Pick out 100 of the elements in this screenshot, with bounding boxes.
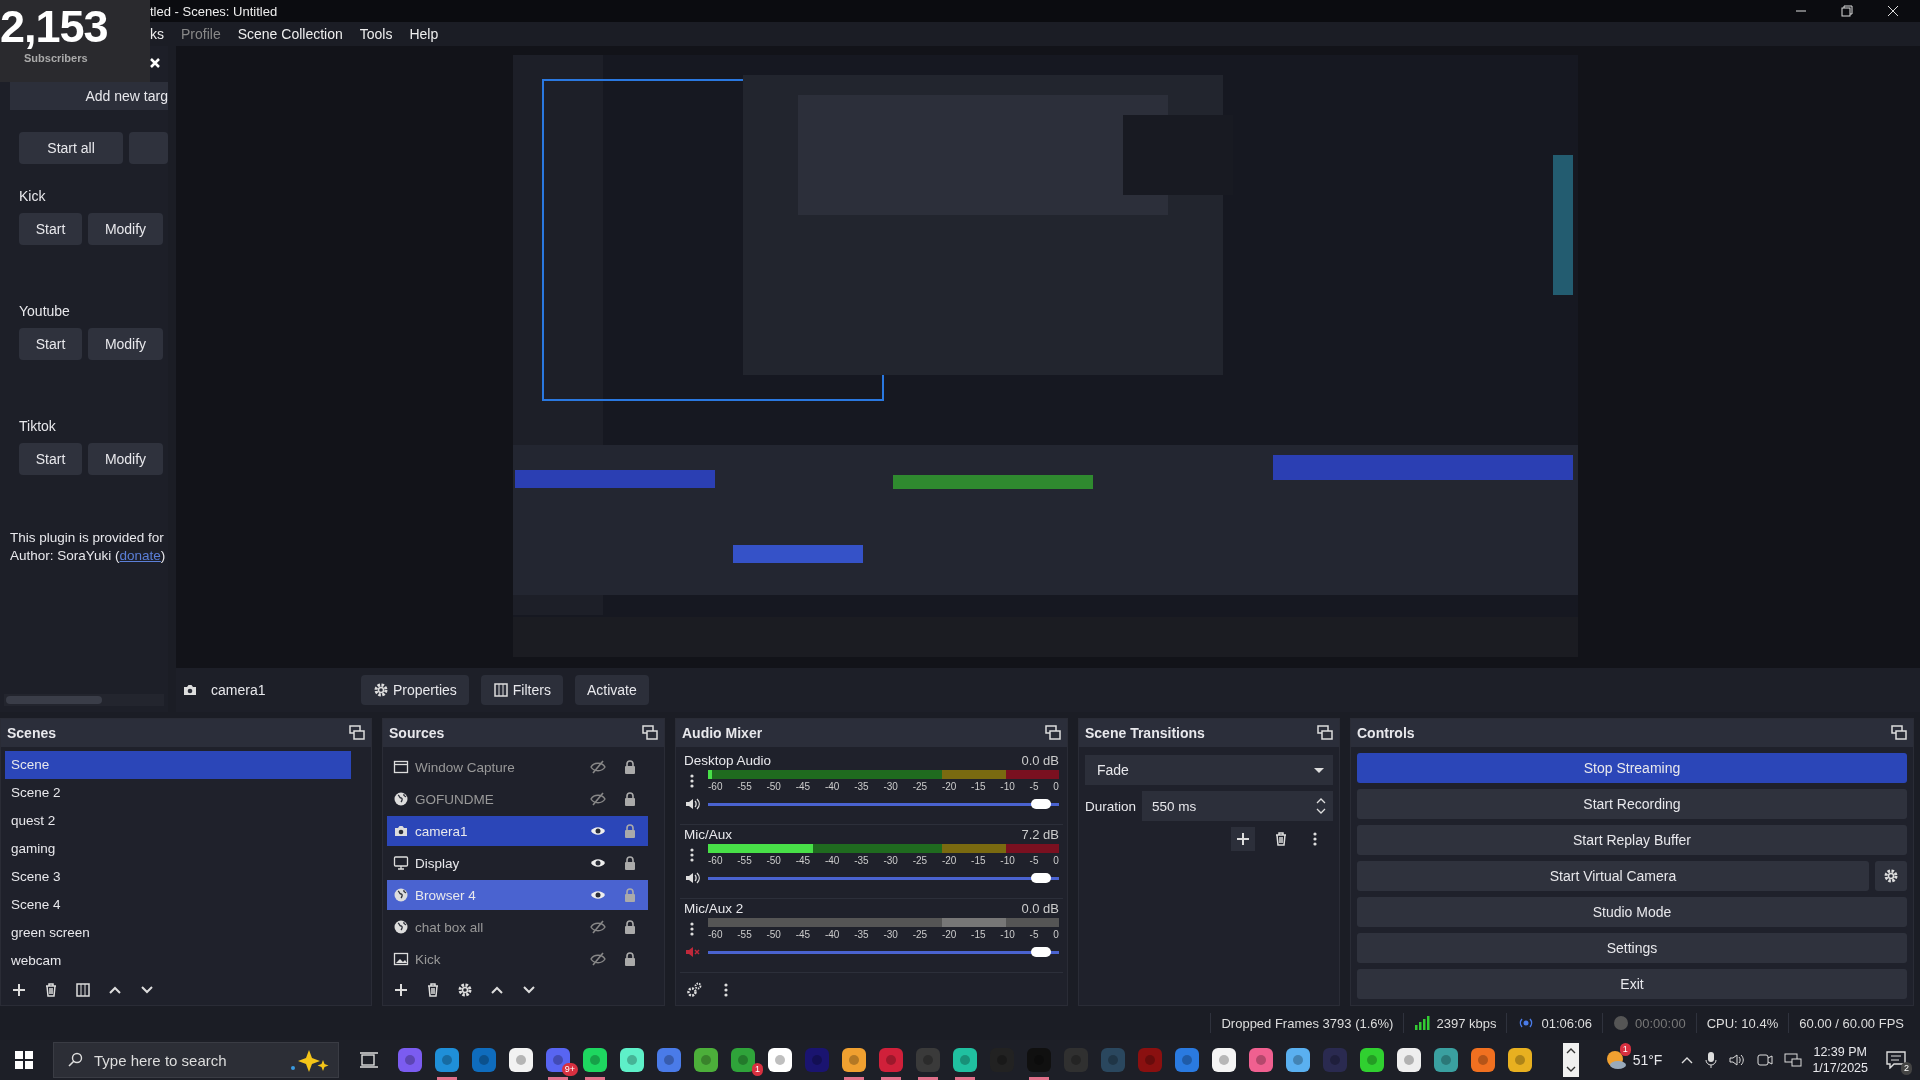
control-button[interactable]: Stop Streaming <box>1357 753 1907 783</box>
scene-item[interactable]: gaming <box>5 835 351 863</box>
scale-label: -20 <box>941 929 957 940</box>
start-all-button[interactable]: Start all <box>19 132 124 164</box>
scale-label: -25 <box>912 781 928 792</box>
source-item[interactable]: Window Capture <box>387 752 648 782</box>
menu-item[interactable]: Help <box>409 26 439 42</box>
muted-speaker-icon[interactable] <box>684 944 700 960</box>
undock-icon[interactable] <box>1891 725 1907 741</box>
scale-label: -10 <box>1000 929 1015 940</box>
hidden-eye-icon[interactable] <box>590 759 606 775</box>
lock-icon[interactable] <box>622 759 638 775</box>
source-item[interactable]: camera1 <box>387 816 648 846</box>
speaker-icon[interactable] <box>684 796 700 812</box>
lock-icon[interactable] <box>622 823 638 839</box>
clock[interactable]: 12:39 PM 1/17/2025 <box>1812 1044 1868 1076</box>
gears-icon[interactable] <box>686 982 702 998</box>
slider-thumb[interactable] <box>1031 873 1051 883</box>
activate-button[interactable]: Activate <box>574 675 649 705</box>
microphone-icon[interactable] <box>1704 1051 1719 1069</box>
control-button[interactable]: Start Virtual Camera <box>1357 861 1869 891</box>
hidden-eye-icon[interactable] <box>590 919 606 935</box>
control-button[interactable]: Exit <box>1357 969 1907 999</box>
add-icon[interactable] <box>11 982 27 998</box>
task-view-icon[interactable] <box>359 1051 379 1069</box>
undock-icon[interactable] <box>1045 725 1061 741</box>
search-field[interactable]: Type here to search <box>53 1042 339 1078</box>
lock-icon[interactable] <box>622 791 638 807</box>
undock-icon[interactable] <box>642 725 658 741</box>
spin-arrows-icon[interactable] <box>1315 796 1327 816</box>
modify-button[interactable]: Modify <box>88 213 163 245</box>
hidden-eye-icon[interactable] <box>590 951 606 967</box>
control-button[interactable]: Studio Mode <box>1357 897 1907 927</box>
gear-icon[interactable] <box>457 982 473 998</box>
add-icon[interactable] <box>393 982 409 998</box>
filter-icon <box>492 682 509 698</box>
start-icon[interactable] <box>15 1051 33 1069</box>
source-item[interactable]: Kick <box>387 944 648 974</box>
speaker-icon[interactable] <box>684 870 700 886</box>
slider-thumb[interactable] <box>1031 799 1051 809</box>
menu-item[interactable]: ks <box>150 26 164 42</box>
filters-button[interactable]: Filters <box>480 675 563 705</box>
notifications-icon[interactable] <box>1886 1051 1906 1069</box>
source-name: Display <box>415 855 461 871</box>
clock-date: 1/17/2025 <box>1812 1060 1868 1076</box>
add-icon[interactable] <box>1231 827 1255 851</box>
source-item[interactable]: GOFUNDME <box>387 784 648 814</box>
settings-button[interactable] <box>1875 861 1907 891</box>
start-button[interactable]: Start <box>19 328 82 360</box>
record-time: 00:00:00 <box>1635 1015 1686 1031</box>
donate-link[interactable]: donate <box>119 548 161 563</box>
scrollbar-thumb[interactable] <box>6 696 102 704</box>
maximize-icon[interactable] <box>1840 4 1854 18</box>
transition-dropdown[interactable]: Fade <box>1085 755 1333 785</box>
scene-item[interactable]: Scene 2 <box>5 779 351 807</box>
image-icon <box>393 951 409 967</box>
hidden-eye-icon[interactable] <box>590 791 606 807</box>
start-button[interactable]: Start <box>19 213 82 245</box>
scene-item[interactable]: quest 2 <box>5 807 351 835</box>
delete-icon[interactable] <box>43 982 59 998</box>
control-button[interactable]: Settings <box>1357 933 1907 963</box>
lock-icon[interactable] <box>622 855 638 871</box>
properties-button[interactable]: Properties <box>361 675 469 705</box>
delete-icon[interactable] <box>425 982 441 998</box>
scene-item[interactable]: webcam <box>5 947 351 975</box>
menu-item[interactable]: Scene Collection <box>237 26 343 42</box>
dock-title: Scenes <box>7 725 57 741</box>
camera-icon[interactable] <box>1756 1052 1775 1068</box>
scale-label: -15 <box>971 855 986 866</box>
channel-name: Mic/Aux <box>684 827 732 842</box>
duration-field[interactable]: 550 ms <box>1142 791 1333 821</box>
menu-item[interactable]: Tools <box>359 26 393 42</box>
target-name: Tiktok <box>19 418 57 434</box>
overflow-scroll-icon[interactable] <box>1562 1043 1579 1077</box>
delete-icon[interactable] <box>1273 831 1289 847</box>
scale-label: -35 <box>854 855 869 866</box>
source-item[interactable]: Display <box>387 848 648 878</box>
modify-button[interactable]: Modify <box>88 443 163 475</box>
source-item[interactable]: chat box all <box>387 912 648 942</box>
lock-icon[interactable] <box>622 951 638 967</box>
add-target-button[interactable]: Add new targ <box>10 82 168 110</box>
control-button[interactable]: Start Replay Buffer <box>1357 825 1907 855</box>
scene-item[interactable]: Scene 4 <box>5 891 351 919</box>
control-button[interactable]: Start Recording <box>1357 789 1907 819</box>
scene-item[interactable]: Scene <box>5 751 351 779</box>
speaker-icon[interactable] <box>1728 1052 1747 1068</box>
undock-icon[interactable] <box>1317 725 1333 741</box>
network-icon[interactable] <box>1784 1052 1803 1068</box>
slider-thumb[interactable] <box>1031 947 1051 957</box>
source-name: camera1 <box>211 682 267 698</box>
filter-icon[interactable] <box>75 982 91 998</box>
source-item[interactable]: Browser 4 <box>387 880 648 910</box>
close-icon[interactable] <box>1886 4 1900 18</box>
scene-item[interactable]: green screen <box>5 919 351 947</box>
scene-item[interactable]: Scene 3 <box>5 863 351 891</box>
modify-button[interactable]: Modify <box>88 328 163 360</box>
undock-icon[interactable] <box>349 725 365 741</box>
lock-icon[interactable] <box>622 919 638 935</box>
start-button[interactable]: Start <box>19 443 82 475</box>
scale-label: -60 <box>708 855 723 866</box>
